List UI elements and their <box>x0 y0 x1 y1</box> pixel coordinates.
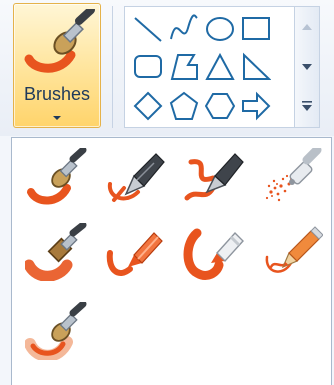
triangle-shape-icon[interactable] <box>205 52 235 82</box>
brush-icon <box>27 146 87 205</box>
diamond-shape-icon[interactable] <box>133 91 163 121</box>
right-triangle-shape-icon[interactable] <box>241 52 271 82</box>
brushes-dropdown <box>11 137 332 385</box>
chevron-down-icon <box>302 64 312 70</box>
curve-shape-icon[interactable] <box>169 14 199 44</box>
hexagon-shape-icon[interactable] <box>205 91 235 121</box>
ribbon-separator <box>112 6 113 128</box>
rectangle-shape-icon[interactable] <box>241 14 271 44</box>
chevron-down-icon <box>53 116 61 120</box>
airbrush-icon <box>265 145 322 202</box>
chevron-up-icon <box>302 24 312 30</box>
calligraphy-brush-2-option[interactable] <box>183 148 245 206</box>
calligraphy-brush-1-icon <box>107 153 165 202</box>
line-shape-icon[interactable] <box>133 14 163 44</box>
natural-pencil-icon <box>265 226 324 273</box>
gallery-expand-button[interactable] <box>295 87 319 127</box>
calligraphy-brush-2-icon <box>184 153 244 201</box>
watercolor-brush-icon <box>24 300 87 362</box>
gallery-scroll-down-button[interactable] <box>295 47 319 87</box>
expand-gallery-icon <box>302 101 312 111</box>
natural-pencil-option[interactable] <box>261 223 324 281</box>
pentagon-shape-icon[interactable] <box>169 91 199 121</box>
calligraphy-brush-1-option[interactable] <box>104 148 166 206</box>
right-arrow-shape-icon[interactable] <box>241 91 271 121</box>
shapes-gallery <box>124 6 314 128</box>
brush-option[interactable] <box>25 146 87 206</box>
shapes-gallery-scroll <box>294 6 320 128</box>
oval-shape-icon[interactable] <box>205 14 235 44</box>
brush-icon <box>24 9 95 73</box>
marker-option[interactable] <box>183 223 245 281</box>
crayon-option[interactable] <box>104 223 166 281</box>
gallery-scroll-up-button[interactable] <box>295 7 319 47</box>
oil-brush-option[interactable] <box>23 221 87 282</box>
watercolor-brush-option[interactable] <box>24 300 87 362</box>
polygon-shape-icon[interactable] <box>169 52 199 82</box>
airbrush-option[interactable] <box>261 145 323 206</box>
brushes-label: Brushes <box>23 84 91 104</box>
crayon-icon <box>106 232 163 276</box>
oil-brush-icon <box>23 221 87 282</box>
marker-icon <box>183 228 244 280</box>
brushes-button[interactable]: Brushes <box>13 3 101 128</box>
rounded-rectangle-shape-icon[interactable] <box>133 52 163 82</box>
